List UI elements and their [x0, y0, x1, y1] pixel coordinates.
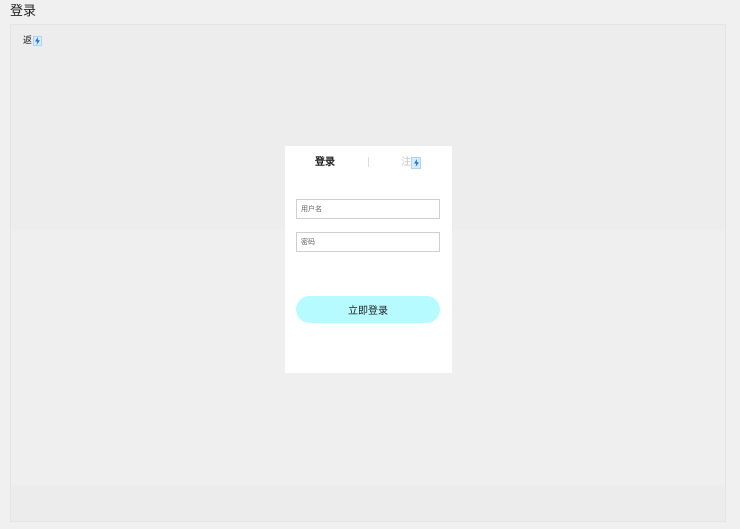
login-submit-button[interactable]: 立即登录	[296, 296, 440, 323]
bolt-icon	[411, 156, 421, 169]
back-label: 返	[23, 36, 33, 46]
bolt-icon	[33, 36, 43, 46]
login-card: 登录 注 立即登录	[285, 146, 452, 373]
back-button[interactable]: 返	[23, 35, 43, 47]
tab-register-label: 注	[401, 157, 411, 168]
auth-tabs: 登录 注	[285, 146, 452, 178]
background-band-bottom	[11, 485, 725, 521]
username-input[interactable]	[296, 199, 440, 219]
tab-divider	[368, 157, 369, 167]
window-title: 登录	[10, 4, 37, 19]
password-input[interactable]	[296, 232, 440, 252]
tab-login[interactable]: 登录	[315, 156, 335, 169]
page: 登录 返 登录 注 用户名 立即登录	[0, 0, 740, 529]
tab-register[interactable]: 注	[401, 156, 421, 169]
